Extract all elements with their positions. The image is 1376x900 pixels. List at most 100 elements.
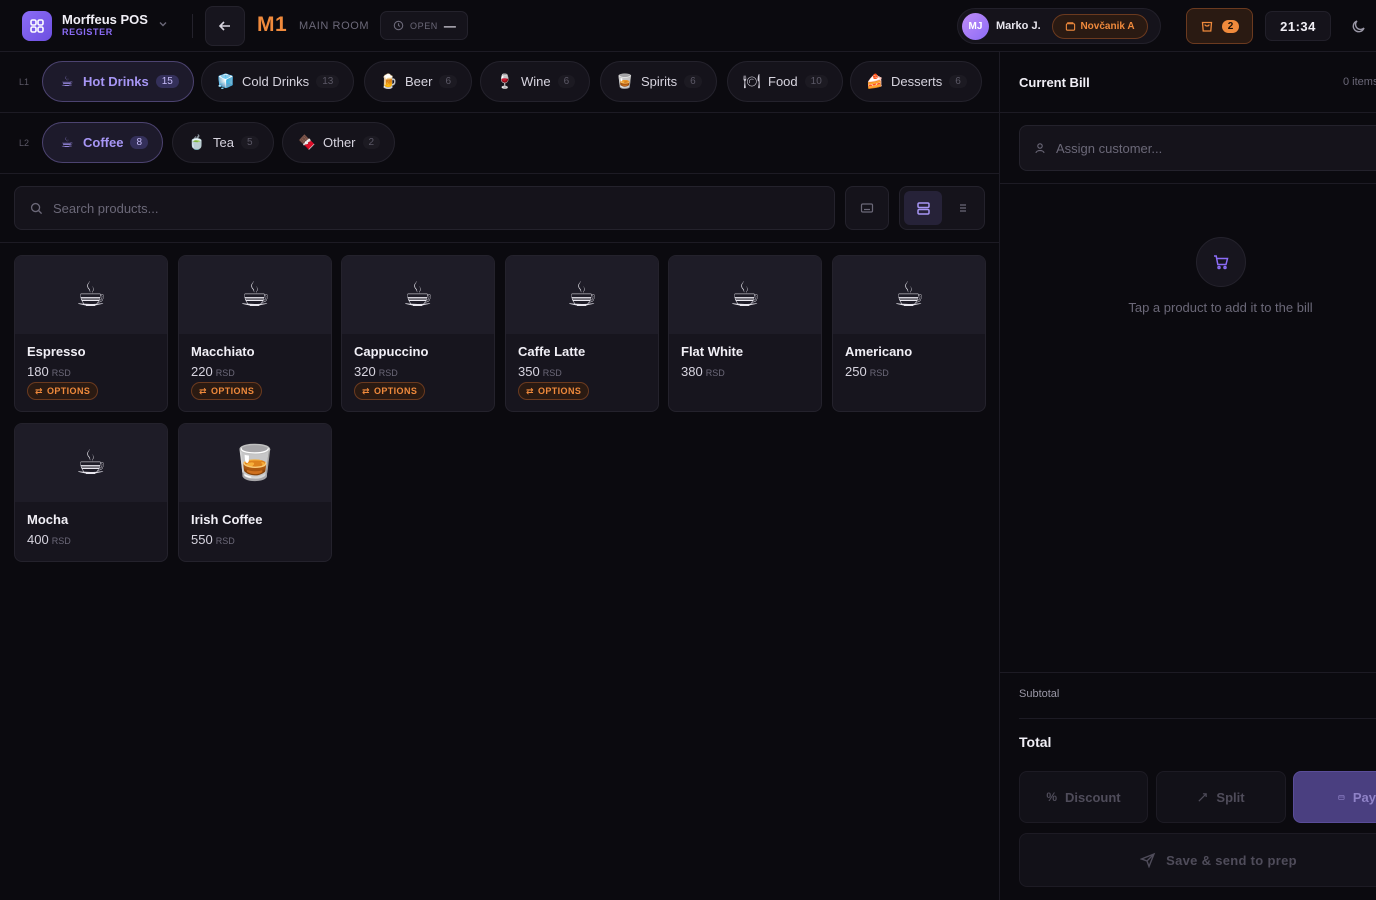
app-menu-icon[interactable] [22, 11, 52, 41]
category-chip-spirits[interactable]: 🥃 Spirits 6 [600, 61, 717, 102]
coffee-icon: ☕ [60, 73, 74, 89]
bill-title: Current Bill [1019, 75, 1090, 90]
search-icon [30, 202, 43, 214]
bill-item-count: 0 items [1343, 76, 1376, 88]
split-button[interactable]: Split [1156, 771, 1286, 823]
user-pill[interactable]: MJ Marko J. Novčanik A [957, 8, 1161, 44]
category-chip-desserts[interactable]: 🍰 Desserts 6 [850, 61, 982, 102]
assign-customer-button[interactable]: Assign customer... [1019, 125, 1376, 171]
arrow-left-icon [218, 21, 230, 31]
table-status-badge[interactable]: OPEN — [380, 11, 468, 40]
percent-icon: % [1046, 790, 1058, 804]
chip-count: 6 [439, 75, 458, 88]
sliders-icon: ⇄ [199, 385, 207, 396]
product-price: 350 RSD [518, 364, 562, 379]
product-card-americano[interactable]: ☕ Americano 250 RSD [832, 255, 986, 412]
discount-button[interactable]: % Discount [1019, 771, 1148, 823]
product-price: 320 RSD [354, 364, 398, 379]
sliders-icon: ⇄ [362, 385, 370, 396]
app-mode-label: REGISTER [62, 27, 113, 37]
chip-label: Cold Drinks [242, 74, 310, 89]
product-card-espresso[interactable]: ☕ Espresso 180 RSD ⇄ OPTIONS [14, 255, 168, 412]
chip-label: Food [768, 74, 798, 89]
chip-count: 15 [155, 75, 179, 88]
bill-header: Current Bill 0 items [1000, 52, 1376, 113]
product-name: Espresso [27, 344, 86, 359]
moon-icon[interactable] [1350, 17, 1368, 35]
coffee-icon: ☕ [179, 256, 331, 334]
chip-count: 5 [240, 136, 259, 149]
category-chip-wine[interactable]: 🍷 Wine 6 [480, 61, 591, 102]
total-label: Total [1019, 734, 1052, 750]
chip-label: Hot Drinks [83, 74, 149, 89]
totals-section: Subtotal Total % Discount Split Pay Save… [1000, 672, 1376, 900]
coffee-icon: ☕ [60, 134, 74, 150]
grid-view-icon [916, 201, 930, 215]
chevron-down-icon[interactable] [157, 18, 169, 30]
pay-button[interactable]: Pay [1293, 771, 1376, 823]
table-code: M1 [257, 13, 288, 36]
product-price: 380 RSD [681, 364, 725, 379]
product-card-irish-coffee[interactable]: 🥃 Irish Coffee 550 RSD [178, 423, 332, 562]
product-card-cappuccino[interactable]: ☕ Cappuccino 320 RSD ⇄ OPTIONS [341, 255, 495, 412]
divider [192, 14, 193, 38]
category-chip-beer[interactable]: 🍺 Beer 6 [364, 61, 473, 102]
grid-view-button[interactable] [904, 191, 942, 225]
row-label-l1: L1 [19, 77, 30, 87]
product-card-caffe-latte[interactable]: ☕ Caffe Latte 350 RSD ⇄ OPTIONS [505, 255, 659, 412]
product-name: Cappuccino [354, 344, 429, 359]
product-name: Americano [845, 344, 913, 359]
empty-bill-message: Tap a product to add it to the bill [1128, 300, 1313, 315]
chip-count: 2 [362, 136, 381, 149]
options-badge[interactable]: ⇄ OPTIONS [354, 382, 426, 400]
subtotal-label: Subtotal [1019, 688, 1060, 700]
sliders-icon: ⇄ [526, 385, 534, 396]
subcategory-chip-tea[interactable]: 🍵 Tea 5 [172, 122, 274, 163]
credit-card-icon [1338, 794, 1345, 800]
keyboard-button[interactable] [845, 186, 889, 230]
cake-icon: 🍰 [866, 73, 884, 89]
product-card-macchiato[interactable]: ☕ Macchiato 220 RSD ⇄ OPTIONS [178, 255, 332, 412]
product-name: Irish Coffee [191, 512, 263, 527]
category-chip-hot-drinks[interactable]: ☕ Hot Drinks 15 [42, 61, 194, 102]
list-view-button[interactable] [944, 191, 982, 225]
beer-icon: 🍺 [380, 73, 398, 89]
chip-label: Wine [521, 74, 551, 89]
subcategory-chip-other[interactable]: 🍫 Other 2 [282, 122, 396, 163]
subcategory-chip-coffee[interactable]: ☕ Coffee 8 [42, 122, 164, 163]
keyboard-icon [860, 203, 874, 213]
product-card-mocha[interactable]: ☕ Mocha 400 RSD [14, 423, 168, 562]
chip-count: 8 [130, 136, 149, 149]
save-send-button[interactable]: Save & send to prep [1019, 833, 1376, 887]
chip-label: Tea [213, 135, 234, 150]
category-chip-food[interactable]: 🍽 Food 10 [727, 61, 843, 102]
cash-drawer-badge[interactable]: Novčanik A [1052, 14, 1148, 39]
category-row-l2: L2 ☕ Coffee 8 🍵 Tea 5 🍫 Other 2 [0, 113, 999, 174]
coffee-icon: ☕ [833, 256, 985, 334]
coffee-icon: ☕ [342, 256, 494, 334]
category-chip-cold-drinks[interactable]: 🧊 Cold Drinks 13 [201, 61, 355, 102]
options-badge[interactable]: ⇄ OPTIONS [27, 382, 99, 400]
receipt-icon [1201, 21, 1212, 32]
product-name: Macchiato [191, 344, 255, 359]
app-name[interactable]: Morffeus POS [62, 12, 148, 27]
wallet-icon [1066, 22, 1076, 31]
back-button[interactable] [205, 6, 245, 46]
options-badge[interactable]: ⇄ OPTIONS [518, 382, 590, 400]
product-price: 250 RSD [845, 364, 889, 379]
product-price: 220 RSD [191, 364, 235, 379]
coffee-icon: ☕ [669, 256, 821, 334]
status-value: — [443, 18, 456, 33]
open-orders-button[interactable]: 2 [1186, 8, 1253, 44]
search-box[interactable] [14, 186, 835, 230]
product-name: Mocha [27, 512, 69, 527]
top-bar: Morffeus POS REGISTER M1 MAIN ROOM OPEN … [0, 0, 1376, 52]
search-input[interactable] [53, 200, 813, 216]
options-badge[interactable]: ⇄ OPTIONS [191, 382, 263, 400]
product-card-flat-white[interactable]: ☕ Flat White 380 RSD [668, 255, 822, 412]
view-toggle [899, 186, 985, 230]
tea-icon: 🍵 [188, 134, 206, 150]
coffee-icon: ☕ [15, 424, 167, 502]
sliders-icon: ⇄ [35, 385, 43, 396]
bill-panel: Current Bill 0 items Assign customer... … [999, 52, 1376, 900]
